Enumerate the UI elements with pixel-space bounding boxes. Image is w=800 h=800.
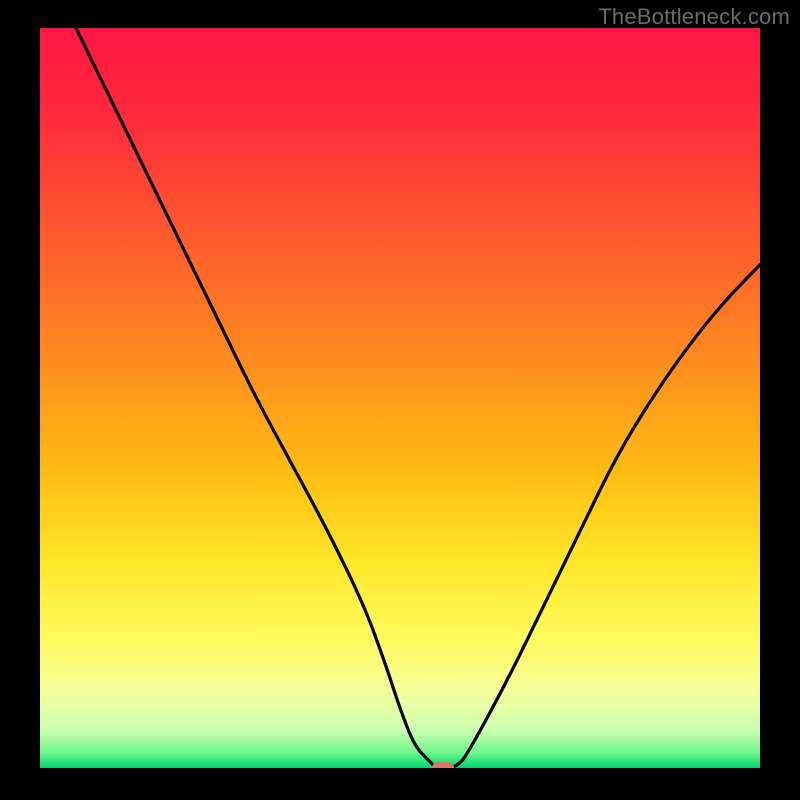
chart-frame: TheBottleneck.com <box>0 0 800 800</box>
watermark-text: TheBottleneck.com <box>598 4 790 30</box>
plot-area <box>40 28 760 768</box>
bottleneck-curve <box>40 28 760 768</box>
optimal-marker <box>432 762 454 768</box>
